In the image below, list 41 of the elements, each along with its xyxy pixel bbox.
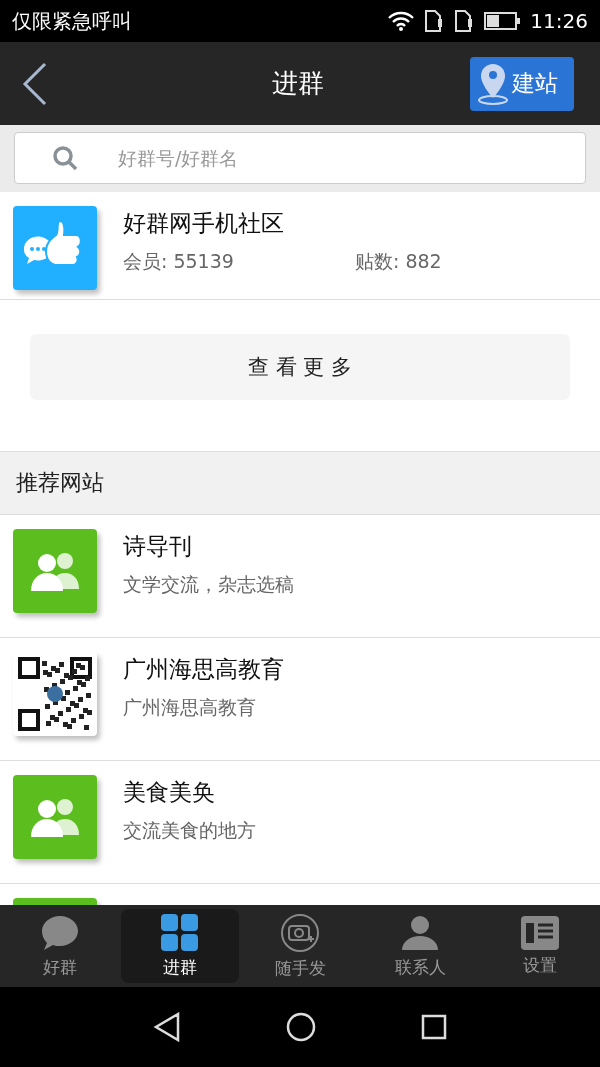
grid-icon [161, 913, 199, 952]
back-icon[interactable] [152, 1012, 181, 1042]
thumbs-up-chat-icon [13, 206, 97, 290]
camera-icon [280, 912, 320, 953]
tab[interactable]: 好群 [1, 909, 119, 983]
recents-icon[interactable] [421, 1014, 448, 1040]
build-site-button[interactable]: 建站 [470, 56, 574, 111]
back-icon[interactable] [22, 61, 48, 106]
person-icon [400, 913, 440, 952]
tab[interactable]: 设置 [481, 909, 599, 983]
see-more-button[interactable]: 查 看 更 多 [30, 334, 570, 400]
member-count: 会员: 55139 [123, 249, 235, 274]
site-description: 广州海思高教育 [123, 695, 257, 720]
site-description: 交流美食的地方 [123, 818, 256, 843]
site-name: 诗导刊 [123, 532, 193, 561]
site-description: 文学交流，杂志选稿 [123, 572, 294, 597]
site-list-item[interactable]: 诗导刊 文学交流，杂志选稿 [0, 515, 600, 638]
site-list-item[interactable]: 美食美奂 交流美食的地方 [0, 761, 600, 884]
chat-bubble-icon [40, 913, 80, 952]
carrier-text: 仅限紧急呼叫 [12, 7, 132, 35]
search-icon [52, 145, 78, 171]
tab[interactable]: 联系人 [361, 909, 479, 983]
search-field[interactable]: 好群号/好群名 [14, 132, 586, 184]
site-name: 广州海思高教育 [123, 655, 284, 684]
tab[interactable]: 进群 [121, 909, 239, 983]
battery-icon [484, 12, 521, 30]
clock-text: 11:26 [530, 9, 588, 33]
section-header: 推荐网站 [0, 452, 600, 515]
post-count: 贴数: 882 [355, 249, 443, 274]
id-card-icon [521, 915, 559, 950]
site-list-item[interactable]: 广州海思高教育 广州海思高教育 [0, 638, 600, 761]
wifi-icon [388, 11, 415, 31]
location-pin-icon [476, 61, 510, 106]
site-name: 美食美奂 [123, 778, 216, 807]
sim-card-icon [424, 10, 445, 32]
group-name: 好群网手机社区 [123, 209, 285, 238]
tab[interactable]: 随手发 [241, 909, 359, 983]
qr-code-icon [13, 652, 97, 736]
home-icon[interactable] [286, 1012, 316, 1042]
page-title: 进群 [272, 67, 324, 100]
sim-card-icon [454, 10, 475, 32]
